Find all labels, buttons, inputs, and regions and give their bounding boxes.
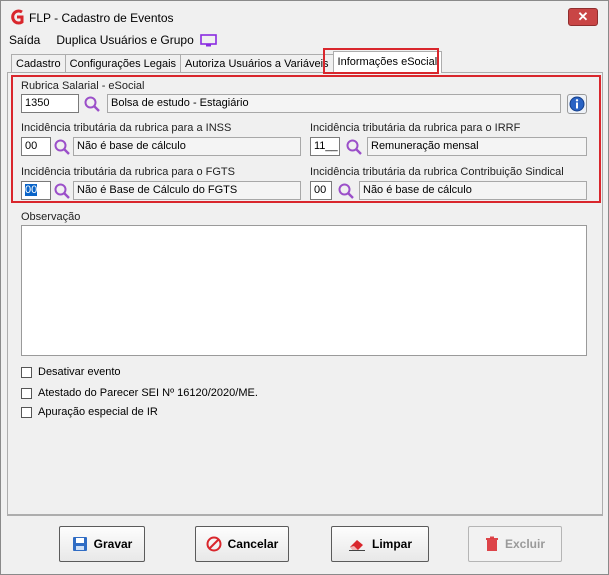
search-icon[interactable]	[53, 138, 71, 156]
checkbox-box[interactable]	[21, 406, 32, 418]
tab-configuracoes-legais[interactable]: Configurações Legais	[64, 54, 182, 73]
observacao-textarea[interactable]	[21, 225, 587, 356]
gravar-label: Gravar	[93, 537, 133, 551]
checkbox-label: Apuração especial de IR	[38, 406, 158, 418]
checkbox-label: Atestado do Parecer SEI Nº 16120/2020/ME…	[38, 387, 258, 399]
observacao-label: Observação	[21, 211, 81, 223]
cancelar-label: Cancelar	[227, 537, 279, 551]
menu-saida[interactable]: Saída	[7, 33, 42, 47]
fgts-code-input[interactable]: 00	[21, 181, 51, 200]
info-icon	[569, 96, 585, 112]
excluir-label: Excluir	[504, 537, 546, 551]
search-icon[interactable]	[337, 182, 355, 200]
rubrica-label: Rubrica Salarial - eSocial	[21, 80, 145, 92]
inss-label: Incidência tributária da rubrica para a …	[21, 122, 232, 134]
irrf-description-field: Remuneração mensal	[367, 137, 587, 156]
irrf-code-input[interactable]: 11__	[310, 137, 340, 156]
cancel-icon	[206, 536, 222, 552]
fgts-label: Incidência tributária da rubrica para o …	[21, 166, 235, 178]
sindical-description-field: Não é base de cálculo	[359, 181, 587, 200]
eraser-icon	[348, 540, 365, 551]
monitor-icon[interactable]	[199, 33, 217, 47]
checkbox-label: Desativar evento	[38, 366, 121, 378]
limpar-button[interactable]: Limpar	[331, 526, 429, 562]
title-bar: FLP - Cadastro de Eventos ✕	[1, 1, 608, 31]
tab-cadastro[interactable]: Cadastro	[11, 54, 66, 73]
app-logo-icon	[11, 9, 24, 25]
search-icon[interactable]	[83, 95, 101, 113]
inss-code-input[interactable]: 00	[21, 137, 51, 156]
trash-icon	[485, 536, 498, 551]
checkbox-apuracao-especial-ir[interactable]: Apuração especial de IR	[21, 406, 158, 418]
rubrica-code-input[interactable]: 1350	[21, 94, 79, 113]
save-icon	[72, 537, 87, 551]
limpar-label: Limpar	[371, 537, 412, 551]
cadastro-eventos-window: FLP - Cadastro de Eventos ✕ Saída Duplic…	[0, 0, 609, 575]
fgts-description-field: Não é Base de Cálculo do FGTS	[73, 181, 301, 200]
close-button[interactable]: ✕	[568, 8, 598, 26]
search-icon[interactable]	[345, 138, 363, 156]
inss-description-field: Não é base de cálculo	[73, 137, 301, 156]
tab-informacoes-esocial[interactable]: Informações eSocial	[332, 51, 443, 73]
checkbox-atestado-parecer[interactable]: Atestado do Parecer SEI Nº 16120/2020/ME…	[21, 387, 258, 399]
sindical-code-input[interactable]: 00	[310, 181, 332, 200]
cancelar-button[interactable]: Cancelar	[195, 526, 289, 562]
fgts-code-text: 00	[25, 184, 38, 196]
rubrica-description-field: Bolsa de estudo - Estagiário	[107, 94, 561, 113]
checkbox-box[interactable]	[21, 366, 32, 378]
checkbox-desativar-evento[interactable]: Desativar evento	[21, 366, 121, 378]
irrf-label: Incidência tributária da rubrica para o …	[310, 122, 521, 134]
menu-bar: Saída Duplica Usuários e Grupo	[7, 31, 217, 49]
sindical-label: Incidência tributária da rubrica Contrib…	[310, 166, 564, 178]
info-button[interactable]	[567, 94, 587, 114]
checkbox-box[interactable]	[21, 387, 32, 399]
menu-duplica-usuarios[interactable]: Duplica Usuários e Grupo	[54, 33, 195, 47]
gravar-button[interactable]: Gravar	[59, 526, 145, 562]
tab-strip: Cadastro Configurações Legais Autoriza U…	[11, 51, 443, 73]
tab-autoriza-usuarios[interactable]: Autoriza Usuários a Variáveis	[180, 54, 334, 73]
window-title: FLP - Cadastro de Eventos	[29, 11, 174, 25]
search-icon[interactable]	[53, 182, 71, 200]
excluir-button[interactable]: Excluir	[468, 526, 562, 562]
footer-divider	[7, 515, 603, 516]
